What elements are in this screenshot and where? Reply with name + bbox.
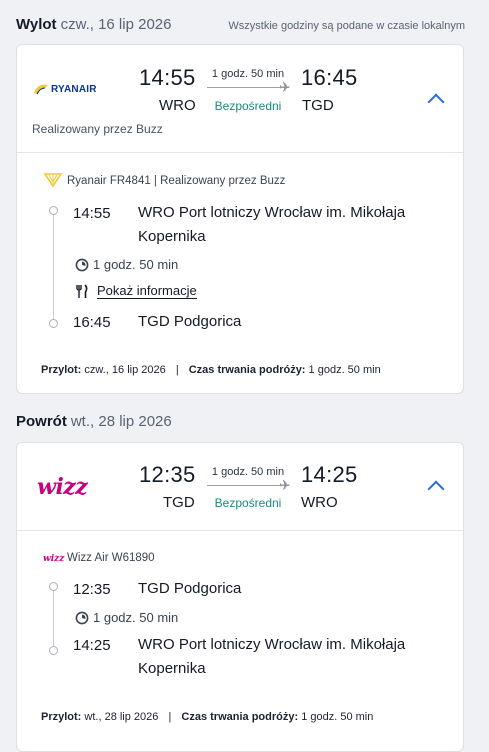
arrival-airport-code: TGD bbox=[302, 97, 334, 114]
arrival-label: Przylot: bbox=[41, 364, 82, 376]
outbound-date: czw., 16 lip 2026 bbox=[60, 16, 172, 33]
trip-duration-label: Czas trwania podróży: bbox=[188, 364, 306, 376]
footer-separator: | bbox=[168, 711, 172, 723]
arrival-dot bbox=[49, 646, 58, 655]
detail-arrival-place: TGD Podgorica bbox=[138, 313, 242, 330]
arrival-dot bbox=[49, 319, 58, 328]
detail-duration-text: 1 godz. 50 min bbox=[93, 257, 179, 272]
outbound-footer: Przylot: czw., 16 lip 2026 | Czas trwani… bbox=[41, 364, 381, 376]
wizz-logo: wizz bbox=[37, 474, 88, 500]
route-line bbox=[207, 485, 289, 486]
departure-airport-code: WRO bbox=[159, 97, 196, 114]
plane-icon: ✈ bbox=[279, 477, 291, 493]
trip-duration-value: 1 godz. 50 min bbox=[301, 711, 374, 723]
outbound-details: Ryanair FR4841 | Realizowany przez Buzz … bbox=[17, 153, 463, 393]
ryanair-logo-text: RYANAIR bbox=[51, 83, 97, 95]
arrival-place-line2: Kopernika bbox=[138, 660, 206, 677]
show-info-label[interactable]: Pokaż informacje bbox=[97, 283, 197, 299]
departure-airport-code: TGD bbox=[163, 494, 195, 511]
ryanair-harp-icon bbox=[34, 84, 48, 95]
detail-departure-time: 12:35 bbox=[73, 581, 111, 598]
chevron-up-icon[interactable] bbox=[427, 93, 445, 111]
ryanair-logo: RYANAIR bbox=[33, 83, 97, 95]
detail-arrival-time: 16:45 bbox=[73, 314, 111, 331]
return-footer: Przylot: wt., 28 lip 2026 | Czas trwania… bbox=[41, 711, 373, 723]
return-header: Powrót wt., 28 lip 2026 bbox=[16, 413, 172, 430]
departure-place-line1: WRO Port lotniczy Wrocław im. Mikołaja bbox=[138, 204, 406, 221]
outbound-header: Wylot czw., 16 lip 2026 bbox=[16, 16, 171, 33]
trip-duration-value: 1 godz. 50 min bbox=[308, 364, 381, 376]
departure-dot bbox=[49, 582, 58, 591]
arrival-time: 16:45 bbox=[301, 65, 358, 90]
stops-label: Bezpośredni bbox=[214, 496, 282, 510]
detail-duration-text: 1 godz. 50 min bbox=[93, 610, 179, 625]
route-line bbox=[207, 87, 289, 88]
return-details: wizz Wizz Air W61890 12:35 TGD Podgorica… bbox=[17, 531, 463, 751]
outbound-label: Wylot bbox=[16, 16, 57, 33]
arrival-label: Przylot: bbox=[41, 711, 82, 723]
clock-icon bbox=[75, 611, 89, 624]
flight-number-line: Wizz Air W61890 bbox=[67, 552, 155, 564]
departure-place-line2: Kopernika bbox=[138, 228, 206, 245]
clock-icon bbox=[75, 258, 89, 271]
return-date: wt., 28 lip 2026 bbox=[70, 413, 172, 430]
show-info-link[interactable]: Pokaż informacje bbox=[75, 283, 197, 299]
trip-duration-label: Czas trwania podróży: bbox=[181, 711, 299, 723]
detail-departure-place: WRO Port lotniczy Wrocław im. Mikołaja K… bbox=[138, 201, 405, 249]
timezone-note: Wszystkie godziny są podane w czasie lok… bbox=[228, 20, 465, 32]
arrival-date: czw., 16 lip 2026 bbox=[84, 364, 166, 376]
timeline-line bbox=[53, 589, 54, 651]
stops-label: Bezpośredni bbox=[214, 99, 282, 113]
detail-duration: 1 godz. 50 min bbox=[75, 610, 178, 625]
departure-time: 12:35 bbox=[139, 462, 196, 487]
return-label: Powrót bbox=[16, 413, 67, 430]
arrival-date: wt., 28 lip 2026 bbox=[84, 711, 159, 723]
ryanair-small-logo-icon bbox=[43, 172, 63, 193]
arrival-place-line1: WRO Port lotniczy Wrocław im. Mikołaja bbox=[138, 636, 406, 653]
operated-by: Realizowany przez Buzz bbox=[32, 122, 163, 136]
detail-arrival-time: 14:25 bbox=[73, 637, 111, 654]
detail-duration: 1 godz. 50 min bbox=[75, 257, 178, 272]
arrival-airport-code: WRO bbox=[301, 494, 338, 511]
flight-number-line: Ryanair FR4841 | Realizowany przez Buzz bbox=[67, 175, 286, 187]
departure-time: 14:55 bbox=[139, 65, 196, 90]
detail-departure-time: 14:55 bbox=[73, 205, 111, 222]
return-flight-card: wizz 12:35 TGD 1 godz. 50 min ✈ Bezpośre… bbox=[16, 442, 464, 752]
outbound-summary[interactable]: RYANAIR 14:55 WRO 1 godz. 50 min ✈ Bezpo… bbox=[17, 45, 463, 153]
departure-dot bbox=[49, 206, 58, 215]
return-summary[interactable]: wizz 12:35 TGD 1 godz. 50 min ✈ Bezpośre… bbox=[17, 443, 463, 531]
outbound-flight-card: RYANAIR 14:55 WRO 1 godz. 50 min ✈ Bezpo… bbox=[16, 44, 464, 394]
detail-arrival-place: WRO Port lotniczy Wrocław im. Mikołaja K… bbox=[138, 633, 405, 681]
chevron-up-icon[interactable] bbox=[427, 480, 445, 498]
timeline-line bbox=[53, 213, 54, 323]
arrival-time: 14:25 bbox=[301, 462, 358, 487]
footer-separator: | bbox=[175, 364, 179, 376]
detail-departure-place: TGD Podgorica bbox=[138, 580, 242, 597]
fork-knife-icon bbox=[76, 283, 88, 298]
plane-icon: ✈ bbox=[279, 79, 291, 95]
wizz-small-logo-icon: wizz bbox=[43, 554, 65, 564]
wizz-logo-text: wizz bbox=[37, 474, 88, 500]
